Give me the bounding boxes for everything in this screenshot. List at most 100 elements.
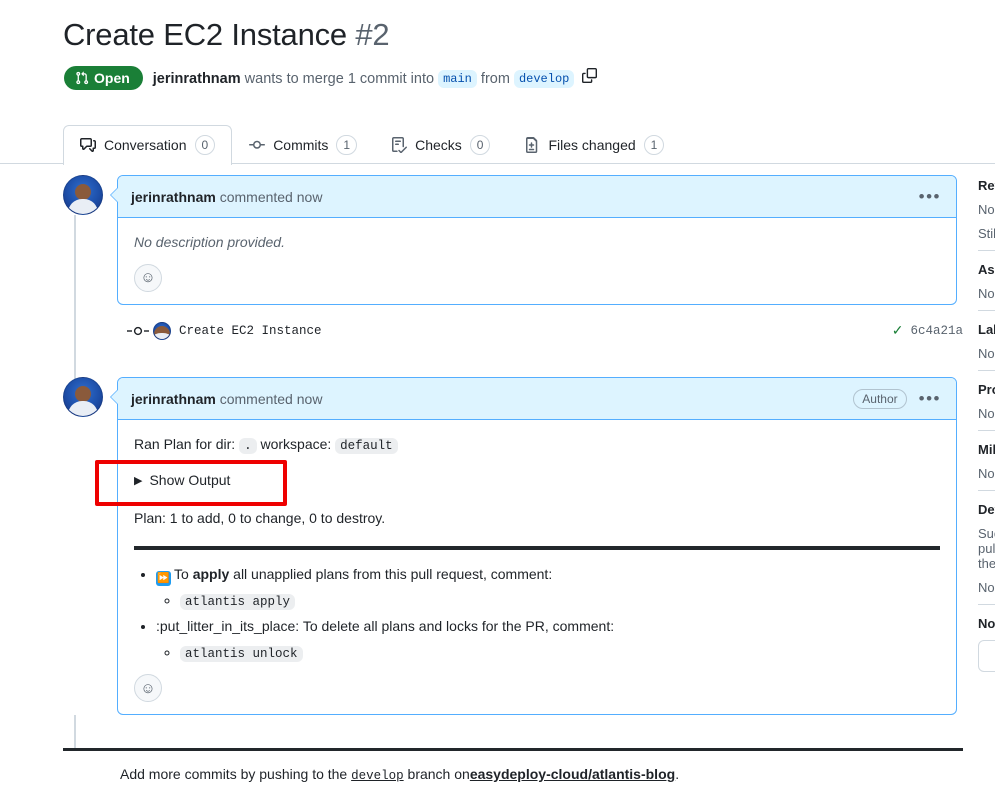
sidebar-section-labels-title: Labels: [978, 322, 995, 337]
comment-body-2: Ran Plan for dir: . workspace: default ▶…: [118, 420, 956, 714]
commit-sha[interactable]: 6c4a21a: [910, 324, 963, 338]
status-badge-label: Open: [94, 70, 130, 86]
bullet-2-sublist: atlantis unlock: [156, 642, 940, 664]
pr-author[interactable]: jerinrathnam: [153, 71, 241, 87]
head-branch-chip[interactable]: develop: [513, 70, 575, 88]
sidebar-projects-value: None yet: [978, 406, 995, 421]
bullet-1-sublist: atlantis apply: [156, 590, 940, 612]
timeline-line-lower: [74, 715, 76, 751]
avatar[interactable]: [63, 377, 103, 417]
comment-text-1: No description provided.: [134, 234, 285, 250]
base-branch-chip[interactable]: main: [438, 70, 477, 88]
list-item: :put_litter_in_its_place: To delete all …: [156, 616, 940, 664]
notifications-subscribe-button[interactable]: [978, 640, 995, 672]
ran-plan-prefix: Ran Plan for dir:: [134, 436, 236, 452]
add-commits-hint: Add more commits by pushing to the devel…: [120, 766, 679, 783]
tab-conversation[interactable]: Conversation 0: [63, 125, 233, 165]
comment-author-line-1: jerinrathnam commented now: [131, 189, 322, 205]
comment-body-1: No description provided. ☺: [118, 218, 956, 304]
list-item: atlantis apply: [180, 590, 940, 612]
comment-header-2: jerinrathnam commented now Author •••: [118, 378, 956, 420]
tab-checks[interactable]: Checks 0: [374, 125, 507, 164]
comment-author-1[interactable]: jerinrathnam: [131, 189, 216, 205]
sidebar-section-milestone-title: Milestone: [978, 442, 995, 457]
sidebar-divider: [978, 370, 995, 371]
atlantis-unlock-command: atlantis unlock: [180, 645, 303, 662]
sidebar-divider: [978, 310, 995, 311]
show-output-toggle[interactable]: ▶ Show Output: [134, 470, 940, 492]
comment-thread-1: jerinrathnam commented now ••• No descri…: [63, 175, 957, 305]
commit-row: Create EC2 Instance ✓ 6c4a21a: [63, 322, 963, 340]
sidebar-development-value: Successfully merging this pull request m…: [978, 526, 995, 571]
footer-middle: branch on: [407, 766, 470, 782]
sidebar-divider: [978, 490, 995, 491]
pr-title-text: Create EC2 Instance: [63, 17, 347, 52]
sidebar-section-assignees-title: Assignees: [978, 262, 995, 277]
commit-message[interactable]: Create EC2 Instance: [179, 324, 322, 338]
comment-author-2[interactable]: jerinrathnam: [131, 391, 216, 407]
comment-header-actions-1: •••: [917, 188, 943, 205]
pull-request-icon: [75, 71, 89, 85]
kebab-menu-icon[interactable]: •••: [917, 390, 943, 407]
comment-action-1: commented: [219, 188, 293, 205]
bullet-1-bold: apply: [192, 565, 230, 582]
sidebar-section-reviewers-title: Reviewers: [978, 178, 995, 193]
tab-conversation-count: 0: [194, 135, 216, 155]
tab-files-changed[interactable]: Files changed 1: [507, 125, 681, 164]
avatar[interactable]: [63, 175, 103, 215]
ran-plan-mid: workspace:: [260, 436, 332, 452]
footer-prefix: Add more commits by pushing to the: [120, 766, 348, 782]
commit-meta: ✓ 6c4a21a: [892, 323, 963, 340]
commit-author-avatar[interactable]: [153, 322, 171, 340]
tab-commits-count: 1: [336, 135, 358, 155]
comment-header-1: jerinrathnam commented now •••: [118, 176, 956, 218]
comment-action-2: commented: [219, 390, 293, 407]
fast-forward-emoji: ⏩: [156, 570, 171, 586]
pr-number: #2: [355, 17, 390, 52]
page-title: Create EC2 Instance #2: [63, 16, 390, 53]
merge-text-1: wants to merge 1 commit into: [244, 71, 435, 87]
bullet-1-before: To: [174, 565, 193, 582]
ran-plan-line: Ran Plan for dir: . workspace: default: [134, 434, 940, 456]
merge-text-2: from: [480, 71, 510, 87]
bullet-1-after: all unapplied plans from this pull reque…: [229, 565, 553, 582]
tab-commits-label: Commits: [273, 137, 329, 153]
comment-discussion-icon: [80, 137, 96, 153]
merge-description: jerinrathnam wants to merge 1 commit int…: [153, 68, 598, 88]
footer-repo-link[interactable]: easydeploy-cloud/atlantis-blog: [470, 766, 675, 782]
tab-checks-label: Checks: [415, 137, 462, 153]
sidebar-divider: [978, 604, 995, 605]
pr-tabs: Conversation 0 Commits 1 Checks 0 Files …: [63, 124, 681, 165]
sidebar-development-extra: None yet: [978, 580, 995, 595]
comment-time-2: now: [296, 390, 323, 407]
footer-branch[interactable]: develop: [351, 769, 404, 783]
sidebar-assignees-value: No one assigned: [978, 286, 995, 301]
sidebar-divider: [978, 250, 995, 251]
plan-summary: Plan: 1 to add, 0 to change, 0 to destro…: [134, 510, 386, 527]
smiley-icon[interactable]: ☺: [134, 263, 162, 292]
tab-conversation-label: Conversation: [104, 137, 187, 153]
author-badge: Author: [853, 388, 907, 409]
pull-request-page: Create EC2 Instance #2 Open jerinrathnam…: [0, 0, 995, 785]
copy-icon[interactable]: [582, 68, 598, 83]
sidebar-reviewers-value: No reviews: [978, 202, 995, 217]
kebab-menu-icon[interactable]: •••: [917, 188, 943, 205]
tab-commits[interactable]: Commits 1: [232, 125, 374, 164]
triangle-right-icon: ▶: [134, 474, 143, 487]
pr-sidebar: Reviewers No reviews Still in progress? …: [978, 178, 995, 672]
sidebar-reviewers-extra[interactable]: Still in progress?: [978, 226, 995, 241]
checklist-icon: [391, 137, 408, 153]
footer-divider: [63, 748, 963, 751]
sidebar-section-notifications-title: Notifications: [978, 616, 995, 631]
smiley-icon[interactable]: ☺: [134, 674, 162, 703]
list-item: atlantis unlock: [180, 642, 940, 664]
list-item: ⏩To apply all unapplied plans from this …: [156, 564, 940, 612]
status-badge: Open: [64, 66, 143, 90]
git-commit-node-icon: [123, 325, 153, 337]
content-divider: [134, 545, 940, 550]
ran-plan-dir: .: [239, 438, 257, 454]
comment-box-2: jerinrathnam commented now Author ••• Ra…: [110, 377, 957, 716]
ran-plan-workspace: default: [335, 438, 398, 454]
comment-time-1: now: [296, 188, 323, 205]
tab-files-changed-count: 1: [643, 135, 665, 155]
